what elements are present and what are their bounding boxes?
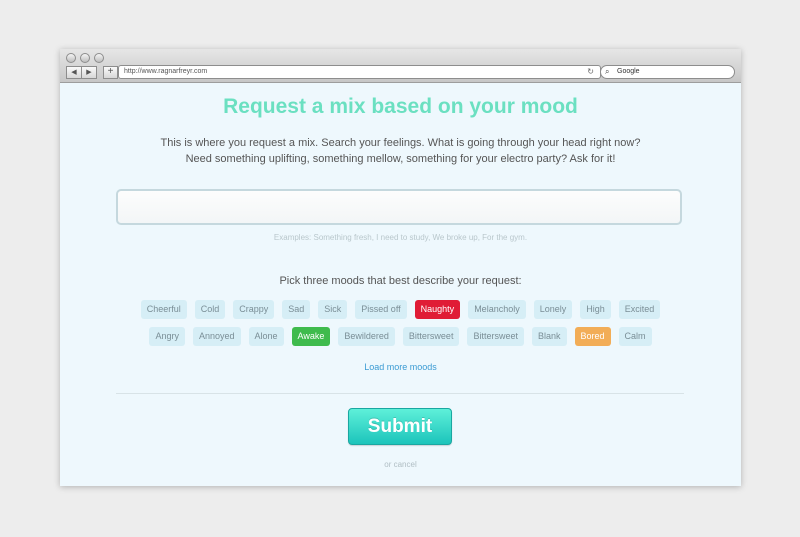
browser-search-field[interactable]: ⌕ Google — [600, 65, 735, 79]
page-title: Request a mix based on your mood — [223, 95, 578, 118]
examples-hint: Examples: Something fresh, I need to stu… — [273, 233, 528, 242]
mood-tag[interactable]: Excited — [618, 300, 661, 319]
mood-tag[interactable]: Pissed off — [355, 300, 407, 319]
page-content: Request a mix based on your mood This is… — [60, 83, 741, 486]
mood-tag[interactable]: Sad — [282, 300, 311, 319]
load-more-container: Load more moods — [60, 362, 741, 372]
mood-tag[interactable]: Melancholy — [468, 300, 526, 319]
mood-tags-row-2: Angry Annoyed Alone Awake Bewildered Bittersw… — [60, 327, 741, 346]
mood-search-input[interactable] — [116, 189, 682, 225]
mood-tag[interactable]: Bittersweet — [402, 327, 460, 346]
divider — [116, 393, 684, 394]
submit-button[interactable]: Submit — [348, 408, 452, 445]
intro-line-1: This is where you request a mix. Search … — [160, 137, 641, 149]
cancel-container: or cancel — [60, 460, 741, 469]
search-icon: ⌕ — [605, 67, 610, 76]
forward-arrow-icon[interactable]: ▶ — [82, 66, 97, 79]
mood-tag[interactable]: Blank — [531, 327, 567, 346]
mood-tag[interactable]: Naughty — [414, 300, 461, 319]
mood-tag[interactable]: Cheerful — [140, 300, 187, 319]
browser-toolbar: ◀ ▶ + http://www.ragnarfreyr.com ↻ ⌕ Goo… — [60, 49, 741, 83]
zoom-window-button[interactable] — [94, 53, 104, 63]
mood-tag[interactable]: Awake — [291, 327, 331, 346]
address-url: http://www.ragnarfreyr.com — [124, 68, 208, 75]
mood-tag[interactable]: Crappy — [233, 300, 275, 319]
mood-tag[interactable]: Angry — [149, 327, 185, 346]
pick-moods-label: Pick three moods that best describe your… — [279, 275, 522, 287]
load-more-moods-link[interactable]: Load more moods — [364, 362, 437, 372]
mood-tags-row-1: Cheerful Cold Crappy Sad Sick Pissed off Naugh… — [60, 300, 741, 319]
intro-text: This is where you request a mix. Search … — [60, 135, 741, 167]
mood-tag[interactable]: Cold — [194, 300, 226, 319]
mood-tag[interactable]: Bittersweet — [467, 327, 524, 346]
mood-tag[interactable]: Bewildered — [338, 327, 395, 346]
intro-line-2: Need something uplifting, something mell… — [185, 153, 616, 165]
add-bookmark-icon[interactable]: + — [103, 66, 118, 79]
mood-tag[interactable]: Bored — [574, 327, 611, 346]
mood-tag[interactable]: Alone — [248, 327, 284, 346]
mood-tag[interactable]: Sick — [318, 300, 348, 319]
mood-tag[interactable]: Calm — [618, 327, 652, 346]
address-bar[interactable]: http://www.ragnarfreyr.com ↻ — [118, 65, 601, 79]
minimize-window-button[interactable] — [80, 53, 90, 63]
reload-icon[interactable]: ↻ — [587, 66, 594, 78]
history-buttons: ◀ ▶ — [66, 66, 97, 79]
browser-window: ◀ ▶ + http://www.ragnarfreyr.com ↻ ⌕ Goo… — [60, 49, 741, 486]
cancel-link[interactable]: or cancel — [384, 460, 416, 469]
mood-tag[interactable]: Annoyed — [192, 327, 241, 346]
mood-tag[interactable]: Lonely — [533, 300, 573, 319]
window-controls — [66, 53, 104, 63]
mood-tag[interactable]: High — [580, 300, 611, 319]
search-placeholder: Google — [617, 68, 640, 75]
back-arrow-icon[interactable]: ◀ — [66, 66, 82, 79]
close-window-button[interactable] — [66, 53, 76, 63]
